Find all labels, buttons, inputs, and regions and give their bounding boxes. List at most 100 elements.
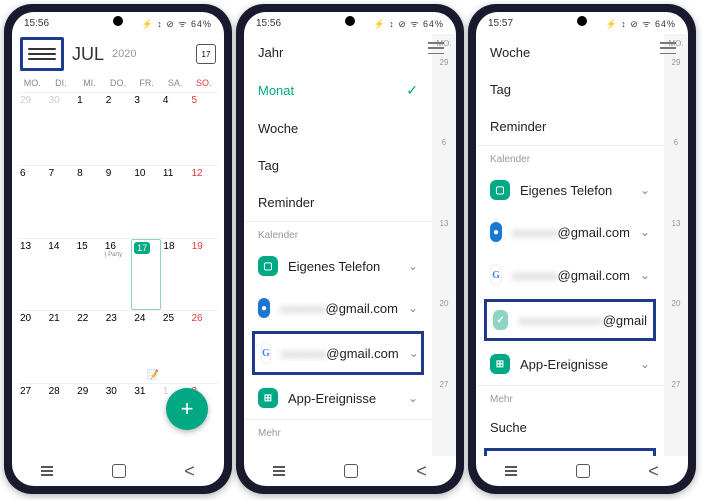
phone-icon: ▢ (490, 180, 510, 200)
samsung-icon: ● (258, 298, 270, 318)
time: 15:57 (488, 18, 513, 29)
day-cell[interactable]: 7 (47, 166, 76, 238)
section-calendars: Kalender (476, 145, 664, 169)
add-event-fab[interactable]: + (166, 388, 208, 430)
day-cell[interactable]: 16| Party (103, 239, 131, 311)
day-cell[interactable]: 9 (104, 166, 133, 238)
status-icons: ⚡ ↕ ⊘ ᯤ 64% (374, 17, 444, 30)
back-button[interactable]: < (416, 461, 427, 482)
chevron-down-icon[interactable]: ⌄ (640, 268, 650, 282)
view-reminder[interactable]: Reminder (244, 184, 432, 221)
day-cell[interactable]: 21 (47, 311, 76, 383)
home-button[interactable] (344, 464, 358, 478)
cal-app-events[interactable]: ⊞App-Ereignisse⌄ (476, 343, 664, 385)
chevron-down-icon[interactable]: ⌄ (408, 391, 418, 405)
nav-bar[interactable]: < (244, 456, 456, 486)
day-cell[interactable]: 15 (75, 239, 103, 311)
drawer: Jahr Monat✓ Woche Tag Reminder Kalender … (244, 34, 456, 456)
chevron-down-icon[interactable]: ⌄ (640, 225, 650, 239)
cal-google-account[interactable]: Gxxxxxxx@gmail.com⌄ (476, 253, 664, 297)
day-cell[interactable]: 24📝 (132, 311, 161, 383)
check-circle-icon: ✓ (493, 310, 508, 330)
chevron-down-icon[interactable]: ⌄ (408, 259, 418, 273)
background-dates: MO.296132027 (432, 34, 456, 456)
day-cell[interactable]: 11 (161, 166, 190, 238)
day-cell[interactable]: 30 (104, 384, 133, 456)
view-day[interactable]: Tag (244, 147, 432, 184)
view-year[interactable]: Jahr (244, 34, 432, 71)
day-cell[interactable]: 31 (132, 384, 161, 456)
day-cell[interactable]: 30 (47, 93, 76, 165)
recent-apps-button[interactable] (41, 470, 53, 472)
cal-sub-calendar[interactable]: ✓xxxxxxxxxxxxx@gmail (484, 299, 656, 341)
recent-apps-button[interactable] (505, 470, 517, 472)
cal-account-1[interactable]: ●xxxxxxx@gmail.com⌄ (476, 211, 664, 253)
day-cell[interactable]: 1 (75, 93, 104, 165)
day-cell[interactable]: 23 (104, 311, 133, 383)
day-cell[interactable]: 13 (18, 239, 46, 311)
sync-now[interactable]: Jetzt synchronisieren (484, 448, 656, 456)
view-week[interactable]: Woche (476, 34, 664, 71)
drawer-panel[interactable]: Jahr Monat✓ Woche Tag Reminder Kalender … (244, 34, 432, 456)
chevron-down-icon[interactable]: ⌄ (640, 183, 650, 197)
day-cell[interactable]: 28 (47, 384, 76, 456)
status-icons: ⚡ ↕ ⊘ ᯤ 64% (606, 17, 676, 30)
day-cell[interactable]: 26 (189, 311, 218, 383)
cal-google-account[interactable]: Gxxxxxxx@gmail.com⌄ (252, 331, 424, 375)
chevron-down-icon[interactable]: ⌄ (640, 357, 650, 371)
time: 15:56 (256, 18, 281, 29)
day-cell[interactable]: 25 (161, 311, 190, 383)
day-cell[interactable]: 14 (46, 239, 74, 311)
day-cell[interactable]: 4 (161, 93, 190, 165)
chevron-down-icon[interactable]: ⌄ (408, 301, 418, 315)
day-cell[interactable]: 29 (75, 384, 104, 456)
day-cell[interactable]: 12 (189, 166, 218, 238)
view-week[interactable]: Woche (244, 110, 432, 147)
month-title[interactable]: JUL (72, 44, 104, 65)
google-icon: G (261, 342, 271, 364)
day-cell[interactable]: 29 (18, 93, 47, 165)
cal-app-events[interactable]: ⊞App-Ereignisse⌄ (244, 377, 432, 419)
today-icon[interactable]: 17 (196, 44, 216, 64)
check-icon: ✓ (406, 82, 418, 99)
drawer: Woche Tag Reminder Kalender ▢Eigenes Tel… (476, 34, 688, 456)
section-calendars: Kalender (244, 221, 432, 245)
phone-icon: ▢ (258, 256, 278, 276)
day-cell[interactable]: 2 (104, 93, 133, 165)
day-cell[interactable]: 17 (131, 239, 161, 311)
day-cell[interactable]: 20 (18, 311, 47, 383)
day-cell[interactable]: 18 (161, 239, 189, 311)
search[interactable]: Suche (244, 443, 432, 456)
home-button[interactable] (112, 464, 126, 478)
menu-icon[interactable] (428, 42, 432, 54)
menu-button[interactable] (20, 37, 64, 71)
time: 15:56 (24, 18, 49, 29)
nav-bar[interactable]: < (12, 456, 224, 486)
back-button[interactable]: < (648, 461, 659, 482)
cal-account-1[interactable]: ●xxxxxxx@gmail.com⌄ (244, 287, 432, 329)
background-dates: MO.296132027 (664, 34, 688, 456)
cal-phone[interactable]: ▢Eigenes Telefon⌄ (476, 169, 664, 211)
day-cell[interactable]: 6 (18, 166, 47, 238)
drawer-panel[interactable]: Woche Tag Reminder Kalender ▢Eigenes Tel… (476, 34, 664, 456)
day-cell[interactable]: 27 (18, 384, 47, 456)
cal-phone[interactable]: ▢Eigenes Telefon⌄ (244, 245, 432, 287)
menu-icon[interactable] (660, 42, 664, 54)
day-cell[interactable]: 22 (75, 311, 104, 383)
view-day[interactable]: Tag (476, 71, 664, 108)
day-cell[interactable]: 5 (189, 93, 218, 165)
day-cell[interactable]: 3 (132, 93, 161, 165)
day-cell[interactable]: 19 (190, 239, 218, 311)
search[interactable]: Suche (476, 409, 664, 446)
nav-bar[interactable]: < (476, 456, 688, 486)
recent-apps-button[interactable] (273, 470, 285, 472)
home-button[interactable] (576, 464, 590, 478)
view-reminder[interactable]: Reminder (476, 108, 664, 145)
status-icons: ⚡ ↕ ⊘ ᯤ 64% (142, 17, 212, 30)
day-cell[interactable]: 8 (75, 166, 104, 238)
view-month[interactable]: Monat✓ (244, 71, 432, 110)
back-button[interactable]: < (184, 461, 195, 482)
apps-icon: ⊞ (490, 354, 510, 374)
chevron-down-icon[interactable]: ⌄ (409, 346, 419, 360)
day-cell[interactable]: 10 (132, 166, 161, 238)
